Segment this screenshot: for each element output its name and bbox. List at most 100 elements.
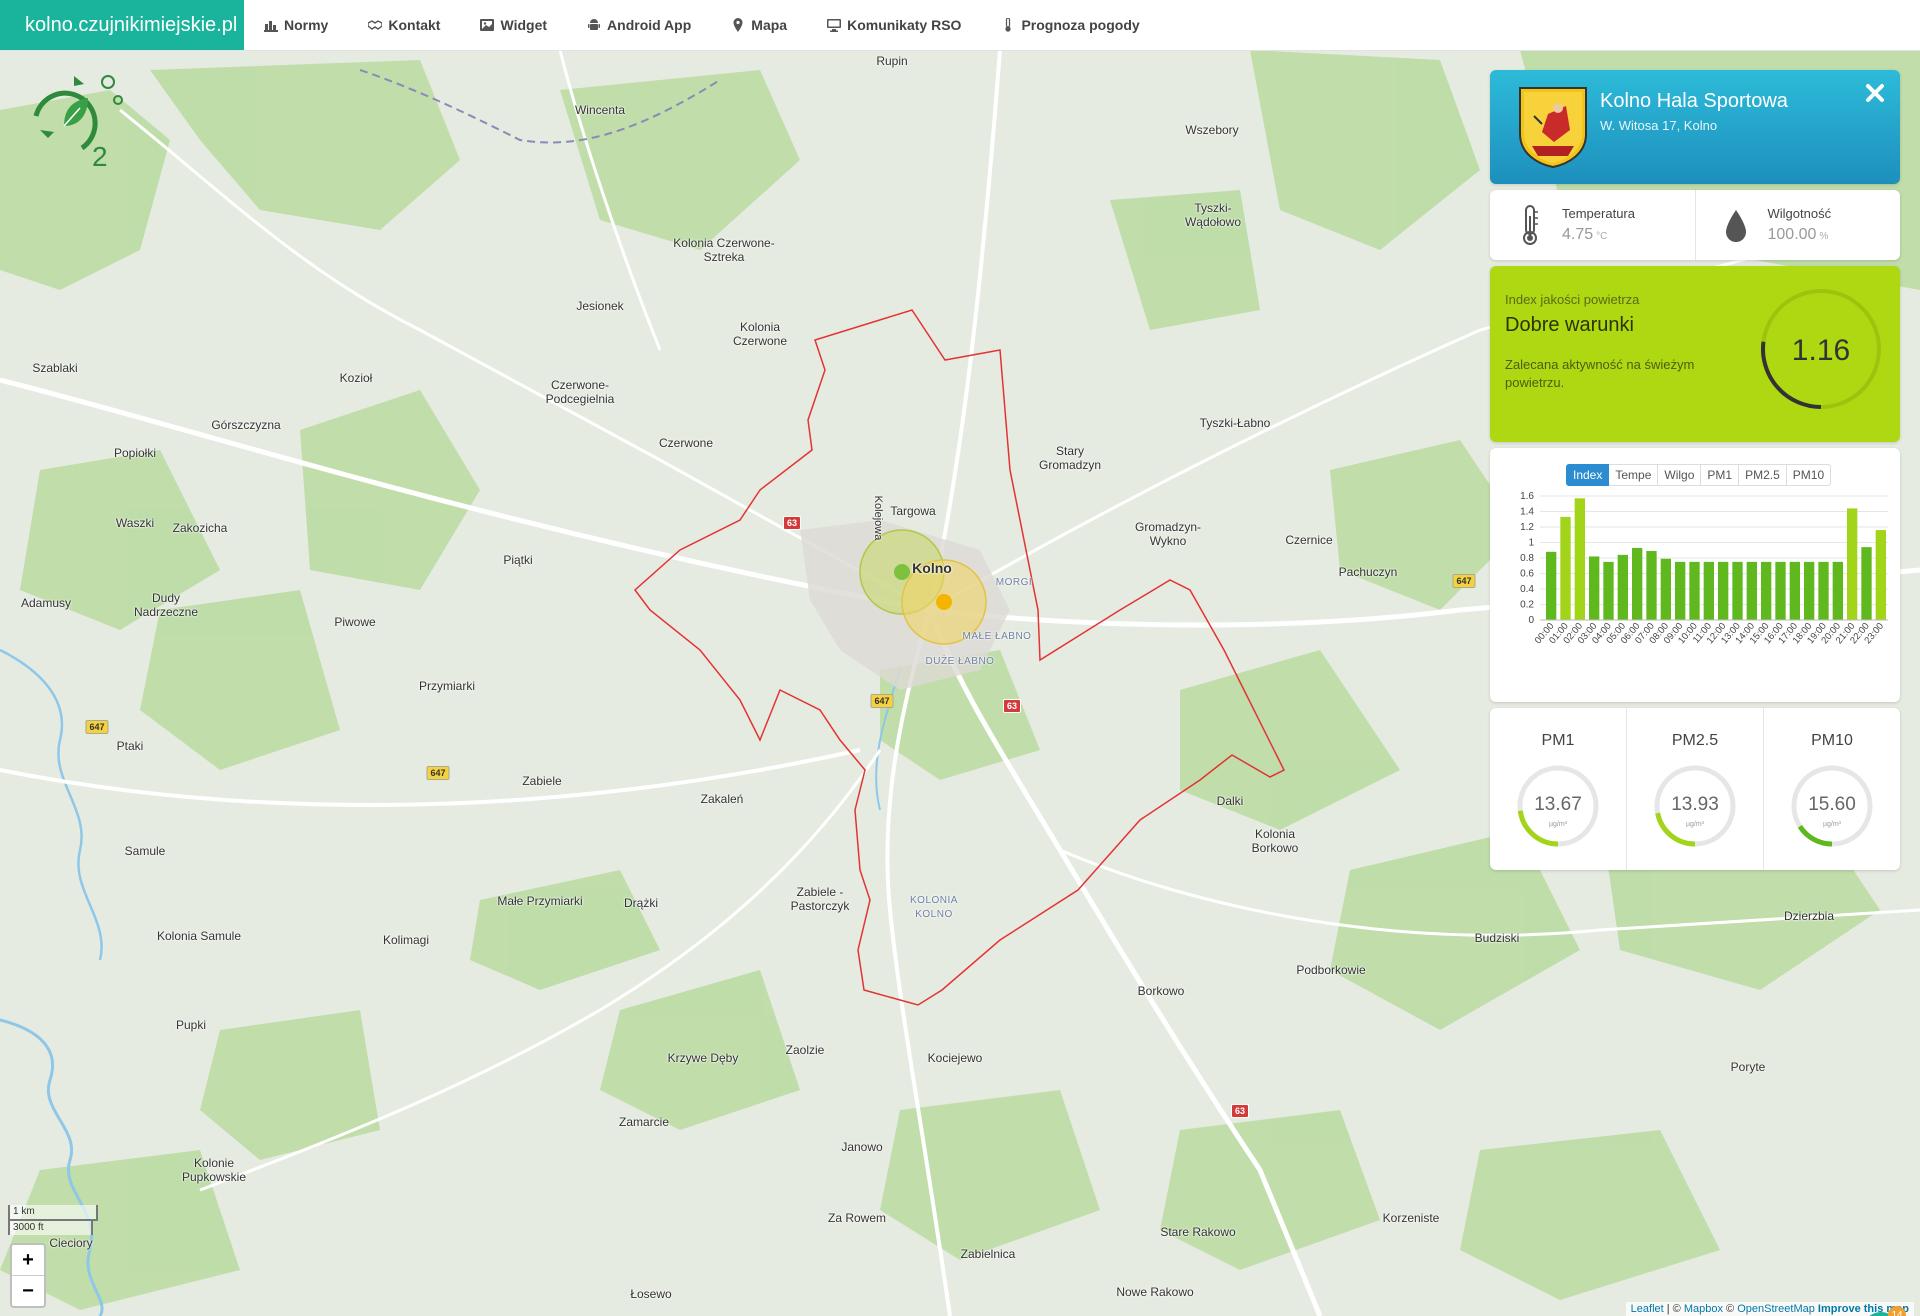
pm25-cell: PM2.5 13.93 µg/m³ — [1626, 708, 1763, 870]
place-label: Tyszki- Wądołowo — [1184, 201, 1242, 229]
place-label: Zakozicha — [172, 521, 228, 535]
chart-bar — [1617, 554, 1628, 620]
nav-item-widget[interactable]: Widget — [460, 0, 567, 50]
place-label: Przymiarki — [419, 679, 475, 693]
place-label: Czernice — [1285, 533, 1333, 547]
map-marker-icon — [733, 18, 743, 32]
place-label: Kolonia Czerwone- Sztreka — [673, 236, 775, 264]
pm1-unit: µg/m³ — [1549, 821, 1568, 828]
zoom-out-button[interactable]: − — [12, 1275, 44, 1306]
nav-item-rso[interactable]: Komunikaty RSO — [807, 0, 981, 50]
bar-chart-icon — [264, 21, 278, 32]
nav-item-label: Widget — [500, 17, 548, 33]
zoom-in-button[interactable]: + — [12, 1245, 44, 1275]
place-label: Waszki — [115, 516, 155, 530]
aqi-label: Index jakości powietrza — [1505, 292, 1640, 307]
place-label: Szablaki — [32, 361, 78, 375]
humidity-value: 100.00% — [1768, 226, 1829, 244]
y-tick-label: 1.2 — [1520, 522, 1534, 533]
nav-item-label: Mapa — [751, 17, 788, 33]
attribution-sep: © — [1722, 1303, 1738, 1315]
pm10-title: PM10 — [1811, 732, 1853, 749]
place-label: Zabiele - Pastorczyk — [790, 885, 850, 913]
y-tick-label: 0.8 — [1520, 553, 1534, 564]
place-label: Samule — [124, 844, 166, 858]
place-label: Pachuczyn — [1338, 565, 1398, 579]
sensor-marker[interactable] — [894, 564, 910, 580]
image-icon — [480, 19, 495, 31]
pm25-value: 13.93 — [1671, 794, 1719, 815]
place-label: Wincenta — [574, 103, 626, 117]
town-label-kolno: Kolno — [912, 560, 952, 576]
nav-item-kontakt[interactable]: Kontakt — [348, 0, 460, 50]
road-shield: 647 — [426, 766, 450, 780]
y-tick-label: 0 — [1528, 615, 1534, 626]
place-label: Kolonie Pupkowskie — [181, 1156, 247, 1184]
nav-item-android[interactable]: Android App — [567, 0, 711, 50]
place-label: Drążki — [623, 896, 659, 910]
osm-link[interactable]: OpenStreetMap — [1737, 1303, 1815, 1315]
nav-item-mapa[interactable]: Mapa — [711, 0, 807, 50]
place-label: Podborkowie — [1296, 963, 1366, 977]
scale-metric: 1 km — [8, 1205, 98, 1221]
road-shield: 63 — [1230, 1104, 1250, 1118]
pm10-unit: µg/m³ — [1823, 821, 1842, 828]
nav-item-normy[interactable]: Normy — [244, 0, 348, 50]
close-icon[interactable] — [1864, 82, 1886, 104]
place-label: Targowa — [890, 504, 936, 518]
humidity-number: 100.00 — [1767, 226, 1817, 243]
place-label: Stary Gromadzyn — [1038, 444, 1102, 472]
chart-bar — [1746, 561, 1757, 620]
pm-gauge-arc — [1797, 824, 1833, 847]
leaflet-link[interactable]: Leaflet — [1631, 1303, 1664, 1315]
chart-bar — [1632, 547, 1643, 620]
place-label: Dudy Nadrzeczne — [133, 591, 199, 619]
humidity-cell: Wilgotność 100.00% — [1694, 190, 1901, 260]
monitor-icon — [827, 19, 842, 32]
tab-temperature[interactable]: Tempe — [1609, 464, 1659, 486]
place-label: Za Rowem — [827, 1211, 887, 1225]
nav-item-prognoza[interactable]: Prognoza pogody — [981, 0, 1159, 50]
tab-pm25[interactable]: PM2.5 — [1739, 464, 1787, 486]
chart-bar — [1732, 561, 1743, 620]
station-header-card: Kolno Hala Sportowa W. Witosa 17, Kolno — [1490, 70, 1900, 184]
pm10-value: 15.60 — [1808, 794, 1856, 815]
place-label: Zabielnica — [960, 1247, 1016, 1261]
pm-gauge-arc — [1655, 812, 1696, 847]
air-quality-card: Index jakości powietrza Dobre warunki Za… — [1490, 266, 1900, 442]
history-bar-chart: 00.20.40.60.811.21.41.600:0001:0002:0003… — [1520, 491, 1888, 646]
tab-pm10[interactable]: PM10 — [1786, 464, 1832, 486]
river — [0, 648, 103, 961]
pm25-unit: µg/m³ — [1686, 821, 1705, 828]
road-shield: 63 — [1002, 699, 1022, 713]
y-tick-label: 0.6 — [1520, 569, 1534, 580]
place-label: Kozioł — [339, 371, 373, 385]
chart-bar — [1804, 561, 1815, 620]
place-label: Gromadzyn- Wykno — [1134, 520, 1202, 548]
place-label: Borkowo — [1137, 984, 1185, 998]
place-label: Korzeniste — [1382, 1211, 1440, 1225]
chart-bar — [1703, 561, 1714, 620]
chart-bar — [1675, 561, 1686, 620]
nav-item-label: Komunikaty RSO — [847, 17, 962, 33]
road-shield: 647 — [1452, 574, 1476, 588]
mapbox-link[interactable]: Mapbox — [1684, 1303, 1723, 1315]
road-shield: 63 — [782, 516, 802, 530]
site-brand[interactable]: kolno.czujnikimiejskie.pl — [0, 0, 244, 50]
thermometer-icon — [1523, 205, 1538, 245]
tab-pm1[interactable]: PM1 — [1701, 464, 1740, 486]
chart-bar — [1875, 530, 1886, 620]
nav-item-label: Prognoza pogody — [1021, 17, 1140, 33]
humidity-unit: % — [1819, 231, 1829, 242]
sensor-marker[interactable] — [936, 594, 952, 610]
tab-index[interactable]: Index — [1566, 464, 1610, 486]
chart-bar — [1761, 561, 1772, 620]
tab-humidity[interactable]: Wilgo — [1658, 464, 1702, 486]
place-label: Wszebory — [1185, 123, 1239, 137]
zoom-control: + − — [10, 1243, 46, 1308]
district-label: MAŁE ŁABNO — [962, 631, 1032, 642]
android-icon — [588, 19, 601, 30]
place-label: Zakaleń — [700, 792, 744, 806]
district-label: KOLONIA KOLNO — [910, 895, 958, 920]
chart-bar — [1546, 551, 1557, 620]
